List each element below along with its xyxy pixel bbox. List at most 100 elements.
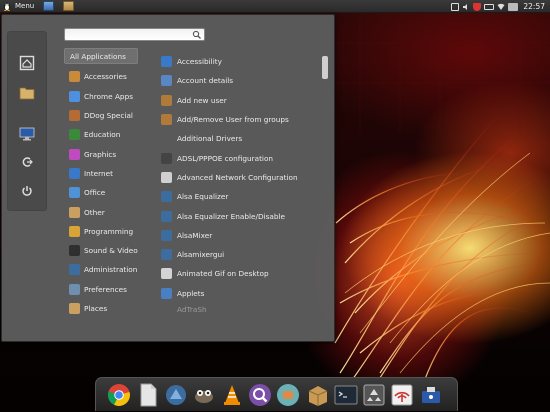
menu-button[interactable]: Menu	[0, 0, 34, 13]
gif-icon	[161, 268, 172, 280]
application-item[interactable]: Alsamixergui	[161, 245, 321, 264]
application-item[interactable]: AdTraSh	[161, 303, 321, 317]
chrome-icon[interactable]	[107, 383, 131, 407]
category-item[interactable]: All Applications	[64, 48, 138, 64]
category-item[interactable]: Education	[64, 125, 138, 144]
gimp-icon[interactable]	[192, 383, 216, 407]
category-label: Accessories	[84, 72, 127, 82]
category-item[interactable]: Graphics	[64, 144, 138, 163]
folder-launcher-icon[interactable]	[63, 1, 75, 11]
user-groups-icon	[161, 114, 172, 126]
top-panel: Menu 22:57	[0, 0, 550, 13]
category-label: Preferences	[84, 284, 127, 294]
network-icon[interactable]	[390, 383, 414, 407]
category-item[interactable]: Office	[64, 183, 138, 202]
category-item[interactable]: Sound & Video	[64, 241, 138, 260]
alsamixer-icon	[161, 229, 172, 241]
category-label: Places	[84, 304, 108, 313]
category-label: Other	[84, 207, 105, 217]
scrollbar-thumb[interactable]	[322, 56, 328, 79]
folder-icon[interactable]	[18, 84, 36, 102]
battery-icon[interactable]	[484, 3, 495, 10]
category-item[interactable]: Internet	[64, 164, 138, 183]
accessibility-icon	[161, 56, 172, 68]
application-list: Accessibility Account details Add new user…	[161, 52, 321, 317]
application-item[interactable]: Additional Drivers	[161, 129, 321, 148]
category-item[interactable]: DDog Special	[64, 106, 138, 125]
category-label: Programming	[84, 226, 134, 236]
application-item[interactable]: Add new user	[161, 91, 321, 110]
files-icon[interactable]	[276, 383, 300, 407]
category-item[interactable]: Chrome Apps	[64, 87, 138, 106]
application-label: Add/Remove User from groups	[177, 115, 289, 125]
category-item[interactable]: Accessories	[64, 67, 138, 86]
system-tray: 22:57	[451, 0, 548, 13]
category-label: Education	[84, 130, 121, 140]
application-label: Add new user	[177, 95, 227, 105]
category-label: Sound & Video	[84, 246, 138, 256]
volume-icon[interactable]	[462, 3, 470, 11]
application-label: Applets	[177, 288, 205, 298]
recycle-icon[interactable]	[362, 383, 386, 407]
application-label: AlsaMixer	[177, 230, 213, 240]
search-icon[interactable]	[248, 383, 272, 407]
category-label: Graphics	[84, 149, 117, 159]
home-folder-icon[interactable]	[18, 54, 36, 72]
application-item[interactable]: Add/Remove User from groups	[161, 110, 321, 129]
other-icon	[69, 206, 80, 218]
application-item[interactable]: Advanced Network Configuration	[161, 168, 321, 187]
system-tools-icon[interactable]	[164, 383, 188, 407]
desktop-icon[interactable]	[18, 125, 36, 143]
clock[interactable]: 22:57	[523, 2, 545, 11]
internet-icon	[69, 167, 80, 179]
application-item[interactable]: Alsa Equalizer Enable/Disable	[161, 206, 321, 225]
education-icon	[69, 129, 80, 141]
application-item[interactable]: Alsa Equalizer	[161, 187, 321, 206]
dock	[95, 377, 458, 411]
application-item[interactable]: Accessibility	[161, 52, 321, 71]
blank-icon	[161, 304, 172, 315]
shield-icon[interactable]	[473, 2, 482, 11]
logout-icon[interactable]	[18, 153, 36, 171]
application-label: AdTraSh	[177, 305, 207, 315]
network-icon[interactable]	[451, 2, 460, 11]
application-label: Account details	[177, 76, 234, 86]
network-config-icon	[161, 171, 172, 183]
category-item[interactable]: Other	[64, 202, 138, 221]
application-item[interactable]: AlsaMixer	[161, 226, 321, 245]
application-label: Additional Drivers	[177, 134, 243, 144]
sound-video-icon	[69, 245, 80, 257]
preferences-icon	[69, 283, 80, 295]
terminal-icon[interactable]	[334, 383, 358, 407]
vlc-icon[interactable]	[220, 383, 244, 407]
category-item[interactable]: Administration	[64, 260, 138, 279]
usb-icon[interactable]	[419, 383, 443, 407]
alsa-icon	[161, 210, 172, 222]
administration-icon	[69, 264, 80, 276]
scrollbar[interactable]	[322, 53, 329, 343]
keyboard-icon[interactable]	[508, 2, 519, 11]
search-icon[interactable]	[192, 30, 202, 39]
places-icon	[69, 303, 80, 314]
search-input[interactable]	[64, 28, 205, 41]
accessories-icon	[69, 71, 80, 83]
chrome-icon	[69, 90, 80, 102]
application-label: Accessibility	[177, 57, 222, 67]
application-item[interactable]: ADSL/PPPOE configuration	[161, 148, 321, 167]
application-item[interactable]: Applets	[161, 284, 321, 303]
category-list: All Applications Accessories Chrome Apps DD…	[64, 48, 138, 318]
application-item[interactable]: Account details	[161, 71, 321, 90]
category-item[interactable]: Places	[64, 299, 138, 318]
category-item[interactable]: Preferences	[64, 280, 138, 299]
home-launcher-icon[interactable]	[43, 1, 55, 11]
category-label: Office	[84, 188, 106, 198]
category-item[interactable]: Programming	[64, 222, 138, 241]
application-label: ADSL/PPPOE configuration	[177, 153, 274, 163]
power-icon[interactable]	[18, 182, 36, 200]
application-label: Alsa Equalizer Enable/Disable	[177, 211, 286, 221]
text-editor-icon[interactable]	[136, 383, 160, 407]
favorites-panel	[7, 31, 47, 211]
wifi-icon[interactable]	[497, 3, 505, 11]
application-item[interactable]: Animated Gif on Desktop	[161, 264, 321, 283]
archive-icon[interactable]	[306, 383, 330, 407]
